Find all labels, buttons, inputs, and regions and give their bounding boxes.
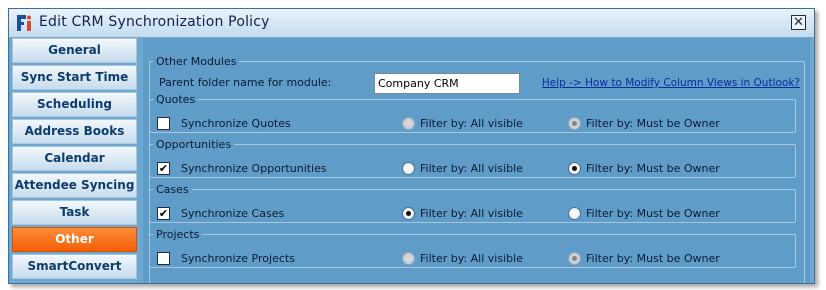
synchronize-cases-label: Synchronize Cases xyxy=(181,207,285,220)
quotes-row: Synchronize Quotes Filter by: All visibl… xyxy=(157,116,782,132)
quotes-legend: Quotes xyxy=(156,93,196,106)
title-bar: Edit CRM Synchronization Policy ✕ xyxy=(9,9,814,38)
cases-filter-all-label: Filter by: All visible xyxy=(420,207,523,220)
synchronize-quotes-checkbox[interactable] xyxy=(157,117,170,130)
sidebar-item-other[interactable]: Other xyxy=(12,227,137,252)
quotes-filter-all-radio[interactable] xyxy=(402,117,415,130)
sidebar-item-general[interactable]: General xyxy=(12,38,137,63)
quotes-filter-owner-radio[interactable] xyxy=(568,117,581,130)
cases-filter-owner-label: Filter by: Must be Owner xyxy=(586,207,720,220)
synchronize-projects-checkbox[interactable] xyxy=(157,252,170,265)
opportunities-row: ✔ Synchronize Opportunities Filter by: A… xyxy=(157,161,782,177)
sidebar-item-calendar[interactable]: Calendar xyxy=(12,146,137,171)
synchronize-cases-checkbox[interactable]: ✔ xyxy=(157,207,170,220)
close-button[interactable]: ✕ xyxy=(791,15,806,30)
cases-filter-all-radio[interactable] xyxy=(402,207,415,220)
app-logo-icon xyxy=(17,15,31,31)
parent-folder-label: Parent folder name for module: xyxy=(159,76,332,89)
sidebar-item-sync-start-time[interactable]: Sync Start Time xyxy=(12,65,137,90)
opportunities-legend: Opportunities xyxy=(156,138,232,151)
sidebar-item-address-books[interactable]: Address Books xyxy=(12,119,137,144)
sidebar-item-smartconvert[interactable]: SmartConvert xyxy=(12,254,137,279)
quotes-filter-owner-label: Filter by: Must be Owner xyxy=(586,117,720,130)
sidebar-nav: General Sync Start Time Scheduling Addre… xyxy=(12,38,137,281)
sidebar-item-attendee-syncing[interactable]: Attendee Syncing xyxy=(12,173,137,198)
sidebar-item-scheduling[interactable]: Scheduling xyxy=(12,92,137,117)
quotes-filter-all-label: Filter by: All visible xyxy=(420,117,523,130)
projects-filter-all-label: Filter by: All visible xyxy=(420,252,523,265)
projects-filter-all-radio[interactable] xyxy=(402,252,415,265)
synchronize-opportunities-label: Synchronize Opportunities xyxy=(181,162,327,175)
other-modules-legend: Other Modules xyxy=(156,55,237,68)
synchronize-opportunities-checkbox[interactable]: ✔ xyxy=(157,162,170,175)
projects-row: Synchronize Projects Filter by: All visi… xyxy=(157,251,782,267)
opportunities-filter-owner-label: Filter by: Must be Owner xyxy=(586,162,720,175)
projects-filter-owner-radio[interactable] xyxy=(568,252,581,265)
cases-row: ✔ Synchronize Cases Filter by: All visib… xyxy=(157,206,782,222)
projects-filter-owner-label: Filter by: Must be Owner xyxy=(586,252,720,265)
content-panel: Other Modules Parent folder name for mod… xyxy=(143,38,810,283)
projects-legend: Projects xyxy=(156,228,200,241)
synchronize-quotes-label: Synchronize Quotes xyxy=(181,117,291,130)
dialog-window: Edit CRM Synchronization Policy ✕ Genera… xyxy=(8,8,815,284)
synchronize-projects-label: Synchronize Projects xyxy=(181,252,295,265)
cases-filter-owner-radio[interactable] xyxy=(568,207,581,220)
opportunities-filter-owner-radio[interactable] xyxy=(568,162,581,175)
opportunities-filter-all-label: Filter by: All visible xyxy=(420,162,523,175)
sidebar-item-task[interactable]: Task xyxy=(12,200,137,225)
parent-folder-input[interactable] xyxy=(374,73,520,94)
window-title: Edit CRM Synchronization Policy xyxy=(39,14,270,30)
help-link[interactable]: Help -> How to Modify Column Views in Ou… xyxy=(542,77,800,89)
opportunities-filter-all-radio[interactable] xyxy=(402,162,415,175)
cases-legend: Cases xyxy=(156,183,189,196)
